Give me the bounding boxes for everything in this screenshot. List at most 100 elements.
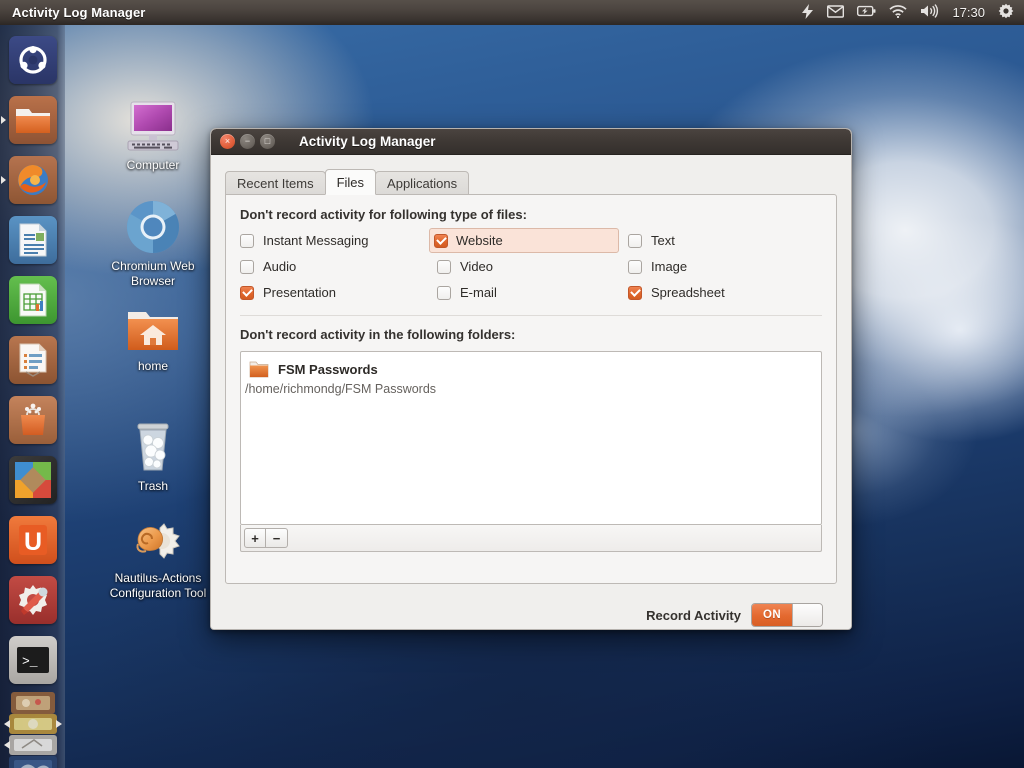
checkbox-label: E-mail <box>460 285 497 300</box>
desktop-icon-label: home <box>137 359 169 373</box>
envelope-icon[interactable] <box>827 4 845 21</box>
checkbox-email[interactable]: E-mail <box>433 283 628 302</box>
checkbox-audio[interactable]: Audio <box>240 257 433 276</box>
checkbox-label: Presentation <box>263 285 336 300</box>
close-icon[interactable]: × <box>220 134 235 149</box>
launcher-item-shotwell[interactable] <box>0 450 65 510</box>
terminal-icon: >_ <box>16 647 49 673</box>
tab-recent-items[interactable]: Recent Items <box>225 171 326 195</box>
shotwell-icon <box>14 462 51 498</box>
toggle-state-label: ON <box>752 604 792 626</box>
clock[interactable]: 17:30 <box>952 5 985 20</box>
libreoffice-writer-icon <box>19 223 46 257</box>
tab-bar: Recent Items Files Applications <box>225 169 837 195</box>
activity-log-manager-window: × − □ Activity Log Manager Recent Items … <box>210 128 852 630</box>
ubuntu-one-icon: U <box>18 525 47 556</box>
launcher-item-system-settings[interactable] <box>0 570 65 630</box>
add-folder-button[interactable]: + <box>244 528 266 548</box>
tab-applications[interactable]: Applications <box>375 171 470 195</box>
libreoffice-impress-icon <box>19 343 46 377</box>
folder-list-toolbar: + − <box>240 525 822 552</box>
desktop-icon-nautilus-actions[interactable]: Nautilus-Actions Configuration Tool <box>98 518 218 601</box>
svg-text:>_: >_ <box>22 654 38 669</box>
checkbox-label: Video <box>460 259 494 274</box>
toggle-knob <box>792 604 822 626</box>
checkbox-presentation[interactable]: Presentation <box>240 283 433 302</box>
maximize-icon[interactable]: □ <box>260 134 275 149</box>
dialog-body: Recent Items Files Applications Don't re… <box>211 155 851 629</box>
checkbox-box <box>437 285 451 300</box>
launcher-item-ubuntu-one[interactable]: U <box>0 510 65 570</box>
svg-text:U: U <box>23 528 41 556</box>
window-title: Activity Log Manager <box>299 134 436 149</box>
desktop-icon-computer[interactable]: Computer <box>98 100 208 173</box>
wifi-icon[interactable] <box>889 4 908 21</box>
panel-indicators: 17:30 <box>801 3 1024 22</box>
checkbox-box <box>628 285 642 300</box>
remove-folder-button[interactable]: − <box>266 528 288 548</box>
checkbox-label: Text <box>651 233 675 248</box>
launcher-item-terminal[interactable]: >_ <box>0 630 65 690</box>
launcher-item-workspace-switcher[interactable] <box>0 690 65 768</box>
record-activity-label: Record Activity <box>646 607 741 623</box>
launcher-item-firefox[interactable] <box>0 150 65 210</box>
launcher-item-software-center[interactable] <box>0 390 65 450</box>
tab-files[interactable]: Files <box>324 169 377 195</box>
launcher-item-libreoffice-writer[interactable] <box>0 210 65 270</box>
checkbox-label: Image <box>651 259 688 274</box>
folder-path: /home/richmondg/FSM Passwords <box>245 382 437 396</box>
record-activity-toggle[interactable]: ON <box>751 603 823 627</box>
file-manager-icon <box>15 109 50 133</box>
desktop-icon-home[interactable]: home <box>98 308 208 374</box>
checkbox-box <box>628 259 642 274</box>
checkbox-label: Instant Messaging <box>263 233 369 248</box>
window-titlebar: × − □ Activity Log Manager <box>211 129 851 155</box>
launcher-item-files[interactable] <box>0 90 65 150</box>
launcher-item-libreoffice-impress[interactable] <box>0 330 65 390</box>
home-folder-icon <box>128 312 178 350</box>
launcher-item-dash[interactable] <box>0 30 65 90</box>
desktop-icon-label: Nautilus-Actions Configuration Tool <box>109 571 207 600</box>
firefox-icon <box>17 165 48 195</box>
checkbox-box <box>240 233 254 248</box>
checkbox-label: Website <box>456 233 503 248</box>
checkbox-image[interactable]: Image <box>628 257 822 276</box>
checkbox-website[interactable]: Website <box>429 228 619 253</box>
minimize-icon[interactable]: − <box>240 134 255 149</box>
checkbox-box <box>240 285 254 300</box>
volume-icon[interactable] <box>920 4 939 21</box>
checkbox-box <box>434 233 448 248</box>
tab-label: Applications <box>387 175 458 191</box>
excluded-folders-list[interactable]: FSM Passwords /home/richmondg/FSM Passwo… <box>240 351 822 525</box>
launcher-item-libreoffice-calc[interactable] <box>0 270 65 330</box>
gear-icon[interactable] <box>998 3 1014 22</box>
libreoffice-calc-icon <box>19 283 46 317</box>
running-indicator <box>1 116 6 124</box>
checkbox-box <box>437 259 451 274</box>
checkbox-spreadsheet[interactable]: Spreadsheet <box>628 283 822 302</box>
unity-launcher: U >_ <box>0 25 65 768</box>
bolt-icon[interactable] <box>801 3 814 22</box>
panel-app-title[interactable]: Activity Log Manager <box>12 5 145 20</box>
record-activity-row: Record Activity ON <box>225 584 837 627</box>
desktop-icon-label: Computer <box>126 158 180 172</box>
file-types-heading: Don't record activity for following type… <box>240 207 527 222</box>
desktop-icon-label: Trash <box>137 479 169 493</box>
checkbox-text[interactable]: Text <box>628 231 822 250</box>
chromium-icon <box>127 201 179 253</box>
list-item[interactable]: FSM Passwords <box>241 359 821 379</box>
running-indicator <box>1 176 6 184</box>
files-tab-panel: Don't record activity for following type… <box>225 194 837 584</box>
desktop-screen: Activity Log Manager 17:30 U >_ Computer… <box>0 0 1024 768</box>
checkbox-video[interactable]: Video <box>433 257 628 276</box>
folder-icon <box>249 361 269 377</box>
folders-heading: Don't record activity in the following f… <box>240 327 516 342</box>
battery-icon[interactable] <box>857 5 876 20</box>
trash-icon <box>137 423 169 471</box>
checkbox-label: Audio <box>263 259 297 274</box>
desktop-icon-trash[interactable]: Trash <box>98 418 208 494</box>
checkbox-instant-messaging[interactable]: Instant Messaging <box>240 231 433 250</box>
desktop-icon-chromium[interactable]: Chromium Web Browser <box>98 198 208 289</box>
software-center-icon <box>20 403 45 435</box>
folder-name: FSM Passwords <box>278 361 378 377</box>
